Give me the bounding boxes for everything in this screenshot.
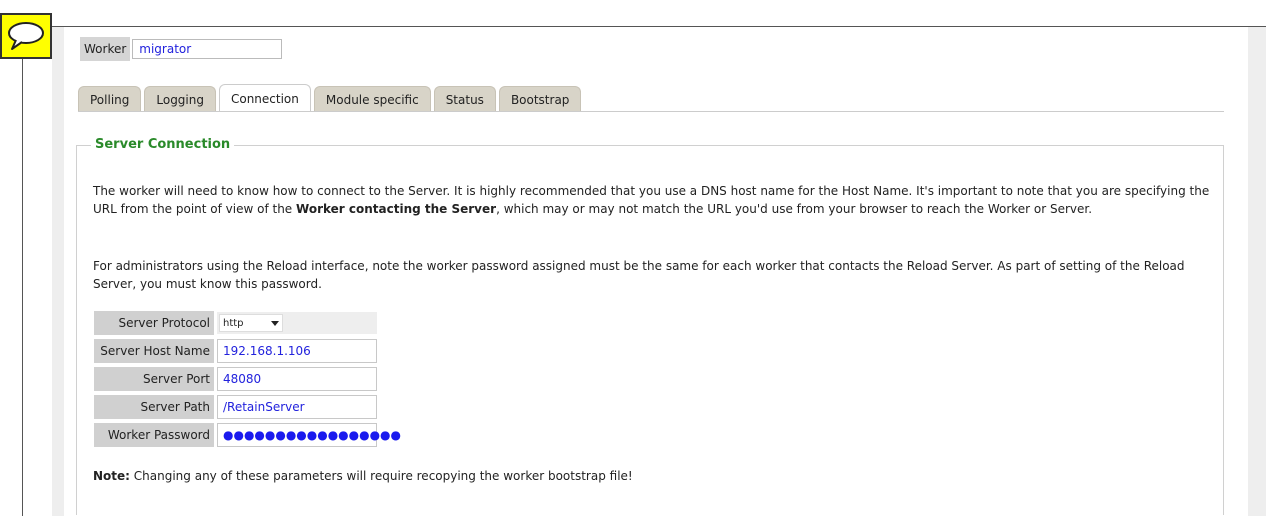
host-name-input[interactable]: 192.168.1.106 (217, 339, 377, 363)
tab-logging[interactable]: Logging (144, 86, 216, 112)
worker-name-input[interactable]: migrator (132, 39, 283, 59)
form-row-path: Server Path /RetainServer (94, 394, 377, 420)
password-label: Worker Password (94, 423, 214, 447)
tab-polling[interactable]: Polling (78, 86, 142, 112)
password-input[interactable]: ●●●●●●●●●●●●●●●●● (217, 423, 401, 447)
description-text-2: , which may or may not match the URL you… (496, 202, 1093, 216)
host-label: Server Host Name (94, 339, 214, 363)
path-input[interactable]: /RetainServer (217, 395, 377, 419)
form-row-protocol: Server Protocol http (94, 310, 377, 336)
tab-connection[interactable]: Connection (218, 84, 311, 112)
protocol-select[interactable]: http (219, 314, 283, 332)
port-label: Server Port (94, 367, 214, 391)
description-bold: Worker contacting the Server (296, 202, 497, 216)
password-description: For administrators using the Reload inte… (93, 259, 1185, 291)
worker-row: Worker migrator (80, 36, 283, 62)
note-text: Changing any of these parameters will re… (129, 469, 633, 483)
protocol-value: http (223, 317, 244, 329)
tab-bootstrap[interactable]: Bootstrap (498, 86, 582, 112)
connection-description: The worker will need to know how to conn… (93, 182, 1213, 218)
chevron-down-icon (271, 320, 279, 326)
tab-bar: Polling Logging Connection Module specif… (78, 84, 584, 112)
form-row-host: Server Host Name 192.168.1.106 (94, 338, 377, 364)
tab-module-specific[interactable]: Module specific (313, 86, 431, 112)
speech-bubble-icon[interactable] (0, 13, 52, 59)
bootstrap-note: Note: Changing any of these parameters w… (93, 469, 633, 483)
section-title: Server Connection (91, 137, 235, 152)
worker-label: Worker (80, 37, 131, 61)
form-row-password: Worker Password ●●●●●●●●●●●●●●●●● (94, 422, 401, 448)
tab-status[interactable]: Status (433, 86, 496, 112)
protocol-label: Server Protocol (94, 311, 214, 335)
annotation-left-line (22, 26, 23, 516)
tab-divider (78, 111, 1224, 112)
connection-form: Server Protocol http Server Host Name 19… (94, 310, 401, 450)
port-input[interactable]: 48080 (217, 367, 377, 391)
note-label: Note: (93, 469, 130, 483)
path-label: Server Path (94, 395, 214, 419)
form-row-port: Server Port 48080 (94, 366, 377, 392)
protocol-select-wrap: http (217, 312, 377, 334)
